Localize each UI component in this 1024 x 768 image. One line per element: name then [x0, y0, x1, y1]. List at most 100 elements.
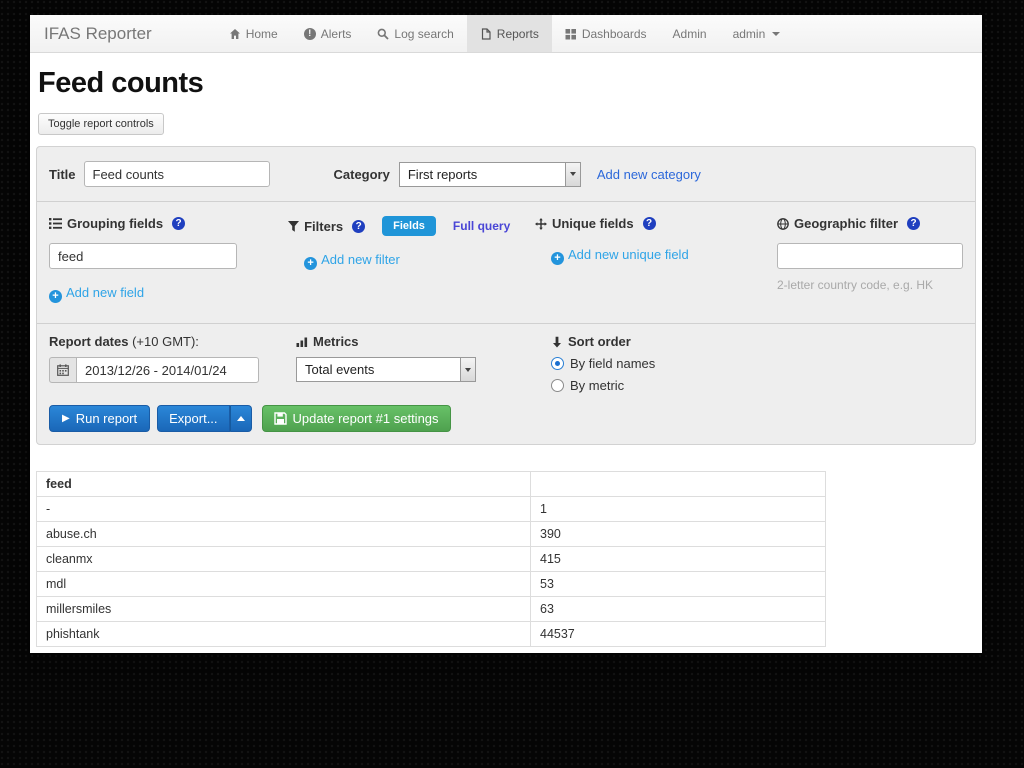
title-label: Title [49, 166, 76, 182]
count-cell: 1 [530, 496, 826, 522]
calendar-icon [49, 357, 76, 383]
grouping-fields-label: Grouping fields [67, 216, 164, 231]
report-dates-label: Report dates [49, 334, 129, 349]
filters-label: Filters [304, 218, 344, 234]
add-new-unique-field-link[interactable]: + Add new unique field [550, 247, 689, 265]
help-icon[interactable]: ? [907, 217, 921, 230]
nav-item-label: Reports [496, 26, 539, 41]
column-header-feed: feed [36, 471, 531, 497]
geographic-filter-section: Geographic filter ? 2-letter country cod… [776, 216, 963, 303]
title-category-row: Title Category First reports Add new cat… [37, 147, 975, 202]
table-header-row: feed [36, 471, 826, 497]
metrics-select[interactable]: Total events [296, 357, 476, 382]
run-report-button[interactable]: ▶ Run report [49, 405, 151, 432]
fields-filters-row: Grouping fields ? +Add new field Filters… [37, 202, 975, 324]
geo-helper-text: 2-letter country code, e.g. HK [776, 278, 934, 292]
report-dates-header: Report dates (+10 GMT): [49, 334, 296, 349]
sort-order-section: Sort order By field names By metric [551, 334, 801, 393]
count-cell: 53 [530, 571, 826, 597]
nav-item-user-menu[interactable]: admin [720, 15, 794, 52]
chevron-down-icon [772, 31, 781, 36]
nav-item-label: Alerts [320, 26, 352, 41]
table-row: mdl 53 [36, 571, 826, 597]
filters-fields-button[interactable]: Fields [382, 216, 436, 236]
unique-fields-label: Unique fields [551, 216, 634, 231]
bar-chart-icon [296, 337, 308, 347]
file-icon [481, 27, 491, 40]
list-icon [49, 218, 62, 229]
table-row: phishtank 44537 [36, 621, 826, 647]
feed-cell: - [36, 496, 531, 522]
save-icon [273, 412, 287, 425]
metrics-header: Metrics [296, 334, 551, 349]
radio-button[interactable] [551, 379, 564, 392]
category-select[interactable]: First reports [398, 161, 581, 187]
sort-option-metric: By metric [551, 378, 801, 393]
dates-metrics-sort-row: Report dates (+10 GMT): Metrics [37, 324, 975, 393]
feed-cell: millersmiles [36, 596, 531, 622]
plus-circle-icon: + [304, 257, 318, 270]
table-row: abuse.ch 390 [36, 521, 826, 547]
nav-item-admin[interactable]: Admin [660, 15, 720, 52]
feed-cell: phishtank [36, 621, 531, 647]
top-navbar: IFAS Reporter Home ! Alerts Log search R… [30, 15, 982, 53]
metrics-label: Metrics [313, 334, 359, 349]
geographic-filter-header: Geographic filter ? [777, 216, 963, 231]
sort-option-field-names: By field names [551, 356, 801, 371]
feed-cell: abuse.ch [36, 521, 531, 547]
nav-item-alerts[interactable]: ! Alerts [291, 15, 365, 52]
radio-button[interactable] [551, 357, 564, 370]
grouping-field-input[interactable] [49, 243, 237, 269]
grouping-fields-header: Grouping fields ? [49, 216, 288, 231]
down-arrow-icon [553, 336, 561, 347]
date-range-input[interactable] [76, 357, 259, 383]
results-table: feed - 1 abuse.ch 390 cleanmx 415 mdl 53… [36, 471, 826, 647]
add-new-category-link[interactable]: Add new category [597, 167, 701, 182]
unique-fields-header: Unique fields ? [534, 216, 777, 231]
nav-item-label: Log search [394, 26, 454, 41]
page-title: Feed counts [38, 67, 204, 99]
play-icon: ▶ [62, 413, 70, 424]
date-range-group [49, 357, 296, 383]
move-cross-icon [534, 217, 547, 230]
select-arrow-icon [460, 358, 475, 381]
radio-label: By field names [570, 356, 656, 371]
add-new-field-link[interactable]: + Add new field [49, 285, 144, 303]
help-icon[interactable]: ? [352, 219, 366, 233]
add-field-line: + Add new field [49, 285, 288, 303]
help-icon[interactable]: ? [642, 217, 656, 230]
column-header-count [530, 471, 826, 497]
add-unique-line: + Add new unique field [550, 247, 777, 265]
report-title-input[interactable] [83, 161, 270, 187]
timezone-suffix: (+10 GMT): [132, 334, 199, 349]
nav-item-log-search[interactable]: Log search [364, 15, 466, 52]
full-query-link[interactable]: Full query [453, 219, 510, 233]
help-icon[interactable]: ? [172, 217, 186, 230]
export-dropdown-toggle[interactable] [229, 405, 252, 432]
sort-order-label: Sort order [568, 334, 631, 349]
nav-item-label: Dashboards [581, 26, 647, 41]
globe-icon [777, 217, 789, 230]
export-button[interactable]: Export... [157, 405, 230, 432]
brand-title[interactable]: IFAS Reporter [30, 15, 166, 52]
add-filter-line: + Add new filter [304, 252, 535, 270]
report-dates-section: Report dates (+10 GMT): [49, 334, 296, 393]
geographic-filter-input[interactable] [776, 243, 963, 269]
unique-fields-section: Unique fields ? + Add new unique field [534, 216, 777, 303]
grouping-fields-section: Grouping fields ? +Add new field [49, 216, 288, 303]
home-icon [229, 28, 240, 39]
nav-item-home[interactable]: Home [216, 15, 291, 52]
update-report-settings-button[interactable]: Update report #1 settings [261, 405, 451, 432]
toggle-report-controls-button[interactable]: Toggle report controls [38, 113, 164, 135]
nav-item-reports[interactable]: Reports [466, 15, 552, 52]
grid-icon [565, 28, 576, 39]
action-buttons-row: ▶ Run report Export... Update report #1 … [37, 393, 975, 444]
nav-item-dashboards[interactable]: Dashboards [552, 15, 660, 52]
nav-item-label: admin [732, 26, 766, 41]
filters-header: Filters ? Fields Full query [288, 216, 535, 236]
funnel-icon [288, 220, 300, 232]
report-controls-panel: Title Category First reports Add new cat… [36, 146, 976, 445]
sort-order-header: Sort order [551, 334, 801, 349]
count-cell: 63 [530, 596, 826, 622]
add-new-filter-link[interactable]: + Add new filter [304, 252, 400, 270]
